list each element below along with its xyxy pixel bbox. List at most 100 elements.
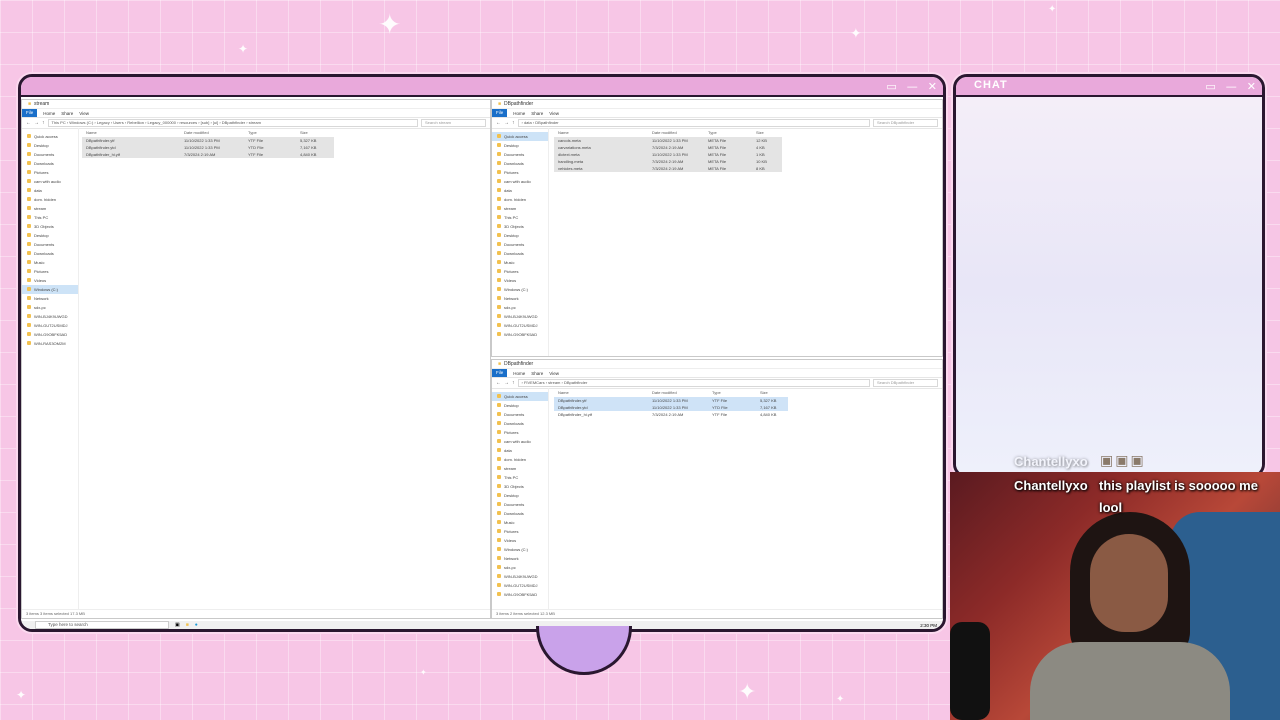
nav-item[interactable]: Network [22, 294, 78, 303]
nav-item[interactable]: stream [22, 204, 78, 213]
tab-home[interactable]: Home [43, 111, 55, 116]
nav-item[interactable]: WIN-BJ4K9UWGD [22, 312, 78, 321]
nav-item[interactable]: Desktop [22, 141, 78, 150]
nav-item[interactable]: WIN-G9OBFK5AD [492, 590, 548, 599]
column-size[interactable]: Size [296, 128, 334, 137]
tab-share[interactable]: Share [61, 111, 73, 116]
table-row[interactable]: handling.meta 7/3/2024 2:19 AM META File… [554, 158, 782, 165]
forward-icon[interactable]: → [504, 120, 509, 126]
nav-item[interactable]: Pictures [492, 428, 548, 437]
column-date[interactable]: Date modified [648, 128, 704, 137]
search-input[interactable]: Search DBpathfinder [873, 379, 938, 387]
nav-item[interactable]: data [492, 446, 548, 455]
address-bar[interactable]: This PC › Windows (C:) › Legacy › Users … [47, 119, 418, 127]
nav-item[interactable]: Windows (C:) [492, 545, 548, 554]
nav-item[interactable]: Documents [22, 240, 78, 249]
tab-file[interactable]: File [492, 109, 508, 117]
nav-item[interactable]: Music [22, 258, 78, 267]
nav-item[interactable]: Quick access [492, 392, 548, 401]
nav-item[interactable]: Documents [22, 150, 78, 159]
file-explorer-icon[interactable]: ■ [186, 622, 189, 628]
tab-home[interactable]: Home [513, 371, 525, 376]
table-row[interactable]: DBpathfinder.ytd 11/10/2022 1:33 PM YTD … [82, 144, 334, 151]
nav-item[interactable]: Downloads [492, 419, 548, 428]
nav-item[interactable]: 3D Objects [492, 482, 548, 491]
tab-file[interactable]: File [492, 369, 508, 377]
column-date[interactable]: Date modified [648, 388, 708, 397]
nav-item[interactable]: WIN-G9OBFK5AD [492, 330, 548, 339]
tab-view[interactable]: View [549, 111, 559, 116]
nav-item[interactable]: Pictures [492, 168, 548, 177]
column-type[interactable]: Type [704, 128, 752, 137]
nav-item[interactable]: data [492, 186, 548, 195]
table-row[interactable]: dlctext.meta 11/10/2022 1:33 PM META Fil… [554, 151, 782, 158]
column-name[interactable]: Name [554, 388, 648, 397]
edge-icon[interactable]: ● [195, 622, 198, 628]
tab-share[interactable]: Share [531, 111, 543, 116]
nav-item[interactable]: This PC [492, 213, 548, 222]
nav-item[interactable]: dom. hidden [492, 455, 548, 464]
nav-item[interactable]: WIN-GUT2USMDJ [22, 321, 78, 330]
nav-item[interactable]: Quick access [492, 132, 548, 141]
table-row[interactable]: DBpathfinder_hi.ytf 7/3/2024 2:19 AM YTF… [82, 151, 334, 158]
nav-item[interactable]: Pictures [22, 267, 78, 276]
search-input[interactable]: Search stream [421, 119, 486, 127]
nav-item[interactable]: Windows (C:) [492, 285, 548, 294]
nav-item[interactable]: Desktop [492, 491, 548, 500]
nav-item[interactable]: WIN-GUT2USMDJ [492, 581, 548, 590]
nav-item[interactable]: Downloads [22, 249, 78, 258]
nav-item[interactable]: Downloads [492, 159, 548, 168]
nav-item[interactable]: Pictures [22, 168, 78, 177]
nav-item[interactable]: stream [492, 464, 548, 473]
table-row[interactable]: carvariations.meta 7/3/2024 2:19 AM META… [554, 144, 782, 151]
nav-item[interactable]: cam with audio [492, 177, 548, 186]
nav-item[interactable]: Music [492, 518, 548, 527]
search-input[interactable]: Search DBpathfinder [873, 119, 938, 127]
tab-view[interactable]: View [549, 371, 559, 376]
nav-item[interactable]: sdx-pc [492, 303, 548, 312]
column-name[interactable]: Name [82, 128, 180, 137]
nav-item[interactable]: WIN-BJ4K9UWGD [492, 572, 548, 581]
column-size[interactable]: Size [752, 128, 782, 137]
nav-item[interactable]: Music [492, 258, 548, 267]
column-size[interactable]: Size [756, 388, 788, 397]
tab-file[interactable]: File [22, 109, 38, 117]
nav-item[interactable]: 3D Objects [22, 222, 78, 231]
nav-item[interactable]: Windows (C:) [22, 285, 78, 294]
table-row[interactable]: carcols.meta 11/10/2022 1:33 PM META Fil… [554, 137, 782, 144]
nav-item[interactable]: Videos [492, 276, 548, 285]
nav-item[interactable]: dom. hidden [22, 195, 78, 204]
nav-item[interactable]: Pictures [492, 267, 548, 276]
nav-item[interactable]: Downloads [22, 159, 78, 168]
nav-item[interactable]: Desktop [492, 231, 548, 240]
nav-item[interactable]: This PC [492, 473, 548, 482]
table-row[interactable]: DBpathfinder.ytf 11/10/2022 1:33 PM YTF … [554, 397, 788, 404]
forward-icon[interactable]: → [504, 380, 509, 386]
nav-item[interactable]: WIN-RAS3OM2M [22, 339, 78, 348]
nav-item[interactable]: This PC [22, 213, 78, 222]
nav-item[interactable]: Videos [492, 536, 548, 545]
nav-item[interactable]: Network [492, 554, 548, 563]
tab-home[interactable]: Home [513, 111, 525, 116]
back-icon[interactable]: ← [496, 380, 501, 386]
nav-item[interactable]: Videos [22, 276, 78, 285]
back-icon[interactable]: ← [26, 120, 31, 126]
column-type[interactable]: Type [708, 388, 756, 397]
forward-icon[interactable]: → [34, 120, 39, 126]
tab-view[interactable]: View [79, 111, 89, 116]
nav-item[interactable]: cam with audio [22, 177, 78, 186]
nav-item[interactable]: Documents [492, 150, 548, 159]
nav-item[interactable]: Documents [492, 240, 548, 249]
nav-item[interactable]: Quick access [22, 132, 78, 141]
column-type[interactable]: Type [244, 128, 296, 137]
nav-item[interactable]: Pictures [492, 527, 548, 536]
nav-item[interactable]: Network [492, 294, 548, 303]
back-icon[interactable]: ← [496, 120, 501, 126]
nav-item[interactable]: Desktop [492, 141, 548, 150]
nav-item[interactable]: Downloads [492, 509, 548, 518]
table-row[interactable]: DBpathfinder_hi.ytf 7/3/2024 2:19 AM YTF… [554, 411, 788, 418]
nav-item[interactable]: data [22, 186, 78, 195]
column-date[interactable]: Date modified [180, 128, 244, 137]
taskbar-search[interactable]: Type here to search [35, 621, 169, 629]
column-name[interactable]: Name [554, 128, 648, 137]
